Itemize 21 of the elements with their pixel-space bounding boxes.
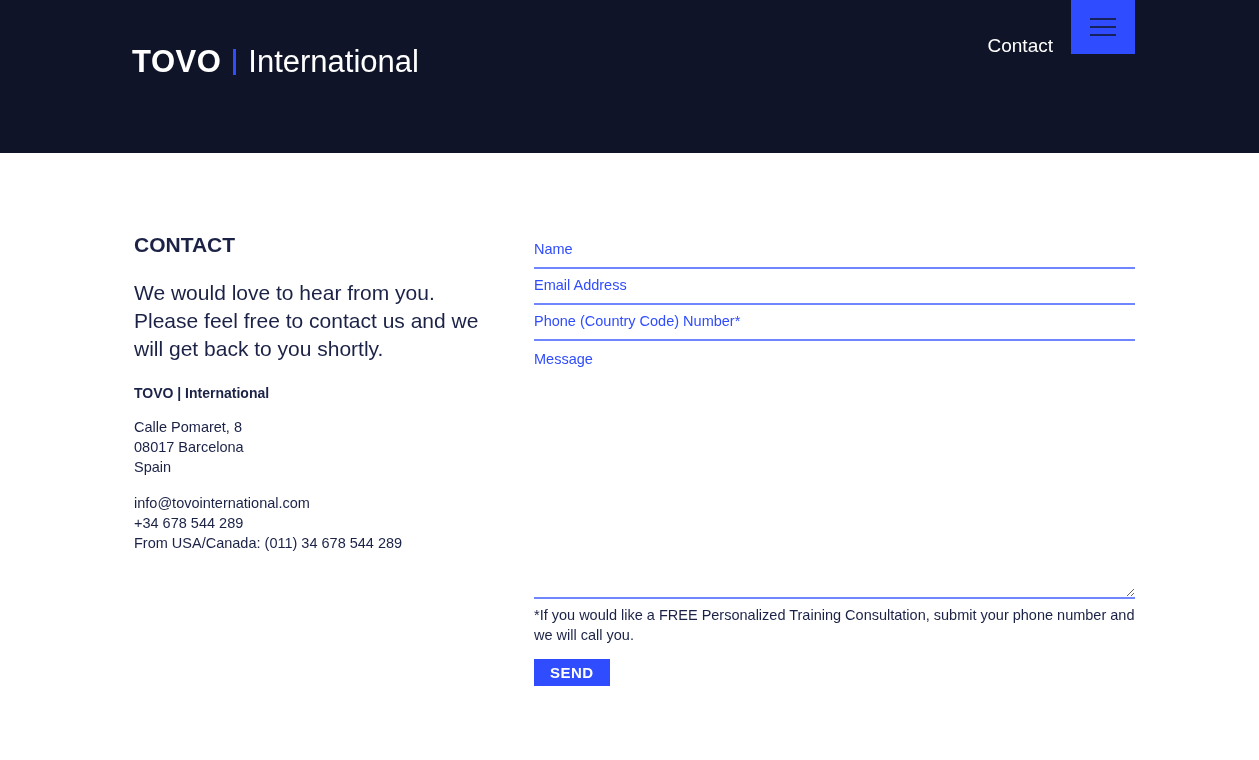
company-name: TOVO | International [134,385,271,401]
menu-button[interactable] [1071,0,1135,54]
address-line: Spain [134,458,173,477]
message-field[interactable]: Message [534,341,1135,599]
input-field[interactable]: Email Address [534,269,1135,305]
send-button[interactable]: SEND [534,659,610,686]
contact-detail: +34 678 544 289 [134,514,245,533]
address-line: 08017 Barcelona [134,438,245,457]
logo-divider [233,49,237,75]
nav-link[interactable]: Contact [987,35,1053,57]
input-field[interactable]: Name [534,233,1135,269]
contact-detail: info@tovointernational.com [134,494,311,513]
intro-text: We would love to hear from you. Please feel free to contact us and we will get back to you shortly. [134,280,480,362]
contact-detail: From USA/Canada: (011) 34 678 544 289 [134,534,404,553]
logo-name[interactable]: International [248,44,419,80]
menu-icon [1090,18,1116,36]
section-heading: CONTACT [134,233,237,257]
logo-brand[interactable]: TOVO [132,44,222,80]
phone-note: *If you would like a FREE Personalized Training Consultation, submit your phone number and we will call you. [534,606,1135,645]
input-field[interactable]: Phone (Country Code) Number* [534,305,1135,341]
address-line: Calle Pomaret, 8 [134,418,243,437]
